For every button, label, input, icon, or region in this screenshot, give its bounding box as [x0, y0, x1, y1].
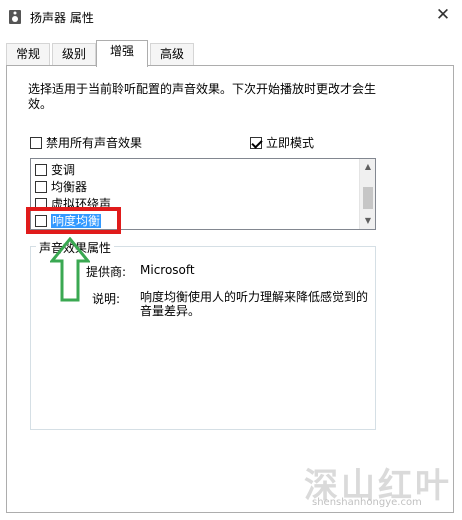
effect-label: 虚拟环绕声	[51, 197, 112, 211]
speaker-icon	[8, 9, 22, 25]
tab-advanced[interactable]: 高级	[150, 43, 194, 66]
disable-all-label: 禁用所有声音效果	[46, 136, 143, 150]
description-value-line2: 音量差异。	[140, 304, 201, 318]
enhancement-description: 选择适用于当前聆听配置的声音效果。下次开始播放时更改才会生效。	[28, 82, 377, 111]
checkbox-box[interactable]	[35, 198, 47, 210]
checkbox-box-checked[interactable]	[250, 137, 262, 149]
vertical-scrollbar[interactable]: ▲ ▼	[359, 159, 375, 229]
effect-label: 均衡器	[51, 180, 88, 194]
provider-value: Microsoft	[140, 263, 195, 277]
description-label: 说明:	[92, 292, 121, 306]
list-item[interactable]: 虚拟环绕声	[35, 196, 111, 213]
immediate-mode-label: 立即模式	[266, 136, 315, 150]
scroll-down-icon[interactable]: ▼	[360, 213, 375, 229]
description-value-line1: 响度均衡使用人的听力理解来降低感觉到的	[140, 290, 369, 304]
effects-list[interactable]: 变调 均衡器 虚拟环绕声 响度均衡 ▲ ▼	[30, 158, 376, 230]
list-item[interactable]: 均衡器	[35, 179, 87, 196]
list-item[interactable]: 变调	[35, 162, 75, 179]
tab-strip: 常规 级别 增强 高级	[6, 40, 456, 67]
title-bar: 扬声器 属性 ✕	[0, 0, 462, 34]
list-item-selected[interactable]: 响度均衡	[35, 213, 102, 229]
immediate-mode-checkbox[interactable]: 立即模式	[250, 134, 314, 151]
checkbox-box[interactable]	[35, 215, 47, 227]
effect-label-selected: 响度均衡	[51, 214, 102, 228]
effect-label: 变调	[51, 163, 76, 177]
disable-all-checkbox[interactable]: 禁用所有声音效果	[30, 134, 142, 151]
checkbox-box[interactable]	[35, 181, 47, 193]
scroll-thumb[interactable]	[363, 187, 373, 209]
tab-general[interactable]: 常规	[6, 43, 50, 66]
scroll-up-icon[interactable]: ▲	[360, 159, 375, 175]
tab-enhancements[interactable]: 增强	[96, 40, 148, 67]
tab-levels[interactable]: 级别	[52, 43, 96, 66]
checkbox-box[interactable]	[30, 137, 42, 149]
provider-label: 提供商:	[86, 265, 127, 279]
green-arrow-annotation	[50, 237, 90, 302]
checkbox-box[interactable]	[35, 164, 47, 176]
close-button[interactable]: ✕	[432, 4, 454, 26]
watermark-url: shenshanhongye.com	[312, 497, 422, 508]
window-title: 扬声器 属性	[30, 11, 94, 25]
